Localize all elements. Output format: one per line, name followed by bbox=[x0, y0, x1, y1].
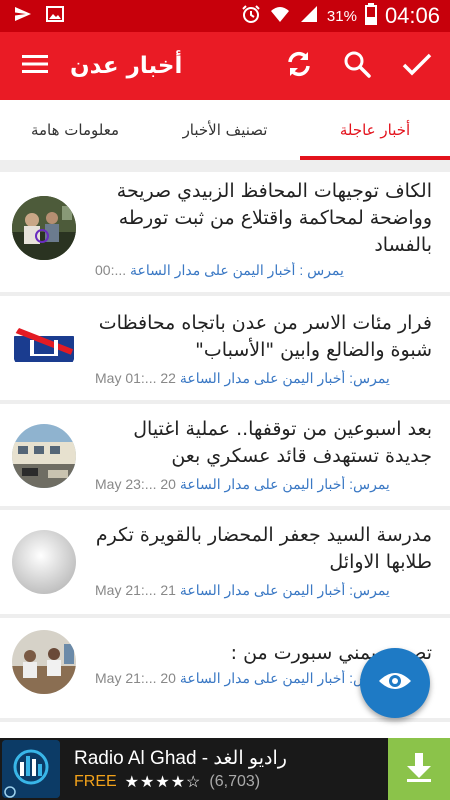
ad-price: FREE bbox=[74, 772, 117, 790]
clock-time: 04:06 bbox=[384, 3, 440, 28]
search-button[interactable] bbox=[328, 32, 386, 100]
hamburger-icon bbox=[22, 54, 48, 78]
radio-app-icon bbox=[2, 740, 60, 798]
search-icon bbox=[343, 50, 371, 82]
tab-important-info[interactable]: معلومات هامة bbox=[0, 100, 150, 160]
ad-title: Radio Al Ghad - راديو الغد bbox=[74, 747, 287, 769]
ad-banner[interactable]: Radio Al Ghad - راديو الغد FREE ★★★★☆ (6… bbox=[0, 738, 450, 800]
news-date: May 23:... 20 bbox=[95, 476, 176, 492]
news-thumbnail bbox=[12, 424, 76, 488]
news-thumbnail bbox=[12, 630, 76, 694]
news-source: يمرس: أخبار اليمن على مدار الساعة bbox=[179, 476, 390, 492]
news-meta: May 23:... 20 يمرس: أخبار اليمن على مدار… bbox=[95, 476, 390, 493]
news-thumbnail bbox=[12, 316, 76, 380]
news-thumbnail bbox=[12, 530, 76, 594]
view-fab-button[interactable] bbox=[360, 648, 430, 718]
image-icon bbox=[46, 5, 64, 27]
mark-read-button[interactable] bbox=[386, 32, 448, 100]
news-date: May 21:... 21 bbox=[95, 582, 176, 598]
menu-button[interactable] bbox=[0, 32, 70, 100]
news-source: يمرس: أخبار اليمن على مدار الساعة bbox=[179, 582, 390, 598]
news-date: May 01:... 22 bbox=[95, 370, 176, 386]
eye-icon bbox=[378, 670, 412, 696]
send-icon bbox=[14, 5, 32, 27]
tab-news-categories[interactable]: تصنيف الأخبار bbox=[150, 100, 300, 160]
news-item[interactable]: فرار مئات الاسر من عدن باتجاه محافظات شب… bbox=[0, 296, 450, 400]
news-item[interactable]: مدرسة السيد جعفر المحضار بالقويرة تكرم ط… bbox=[0, 510, 450, 614]
wifi-icon bbox=[269, 4, 291, 28]
ad-download-button[interactable] bbox=[388, 738, 450, 800]
news-meta: May 21:... 21 يمرس: أخبار اليمن على مدار… bbox=[95, 582, 390, 599]
tab-breaking-news[interactable]: أخبار عاجلة bbox=[300, 100, 450, 160]
refresh-button[interactable] bbox=[270, 32, 328, 100]
news-headline: فرار مئات الاسر من عدن باتجاه محافظات شب… bbox=[98, 312, 432, 361]
battery-icon bbox=[364, 3, 377, 29]
app-screen: 31% 04:06 أخبار عدن معلومات هامة تصنيف ا… bbox=[0, 0, 450, 800]
news-headline: بعد اسبوعين من توقفها.. عملية اغتيال جدي… bbox=[133, 418, 432, 467]
news-meta: May 01:... 22 يمرس: أخبار اليمن على مدار… bbox=[95, 370, 390, 387]
refresh-icon bbox=[284, 49, 314, 83]
download-icon bbox=[404, 751, 434, 787]
news-headline: الكاف توجيهات المحافظ الزبيدي صريحة وواض… bbox=[116, 180, 432, 256]
checkmark-icon bbox=[402, 52, 432, 80]
app-bar: أخبار عدن bbox=[0, 32, 450, 100]
ad-rating-stars: ★★★★☆ bbox=[124, 773, 202, 791]
news-meta: May 21:... 20 يمرس: أخبار اليمن على مدار… bbox=[95, 670, 390, 687]
news-date: 00:... bbox=[95, 262, 127, 278]
news-meta: 00:... يمرس : أخبار اليمن على مدار الساع… bbox=[95, 262, 390, 279]
battery-percent: 31% bbox=[326, 7, 357, 25]
news-headline: مدرسة السيد جعفر المحضار بالقويرة تكرم ط… bbox=[95, 524, 432, 573]
news-item[interactable]: الكاف توجيهات المحافظ الزبيدي صريحة وواض… bbox=[0, 172, 450, 292]
ad-review-count: (6,703) bbox=[209, 772, 261, 790]
tab-bar: معلومات هامة تصنيف الأخبار أخبار عاجلة bbox=[0, 100, 450, 160]
news-date: May 21:... 20 bbox=[95, 670, 176, 686]
signal-icon bbox=[299, 4, 319, 28]
news-item[interactable]: بعد اسبوعين من توقفها.. عملية اغتيال جدي… bbox=[0, 404, 450, 506]
app-title: أخبار عدن bbox=[70, 53, 183, 79]
alarm-icon bbox=[241, 4, 261, 28]
news-thumbnail bbox=[12, 196, 76, 260]
news-source: يمرس : أخبار اليمن على مدار الساعة bbox=[130, 262, 344, 278]
news-source: يمرس: أخبار اليمن على مدار الساعة bbox=[179, 370, 390, 386]
status-bar: 31% 04:06 bbox=[0, 0, 450, 32]
news-source: يمرس: أخبار اليمن على مدار الساعة bbox=[179, 670, 390, 686]
